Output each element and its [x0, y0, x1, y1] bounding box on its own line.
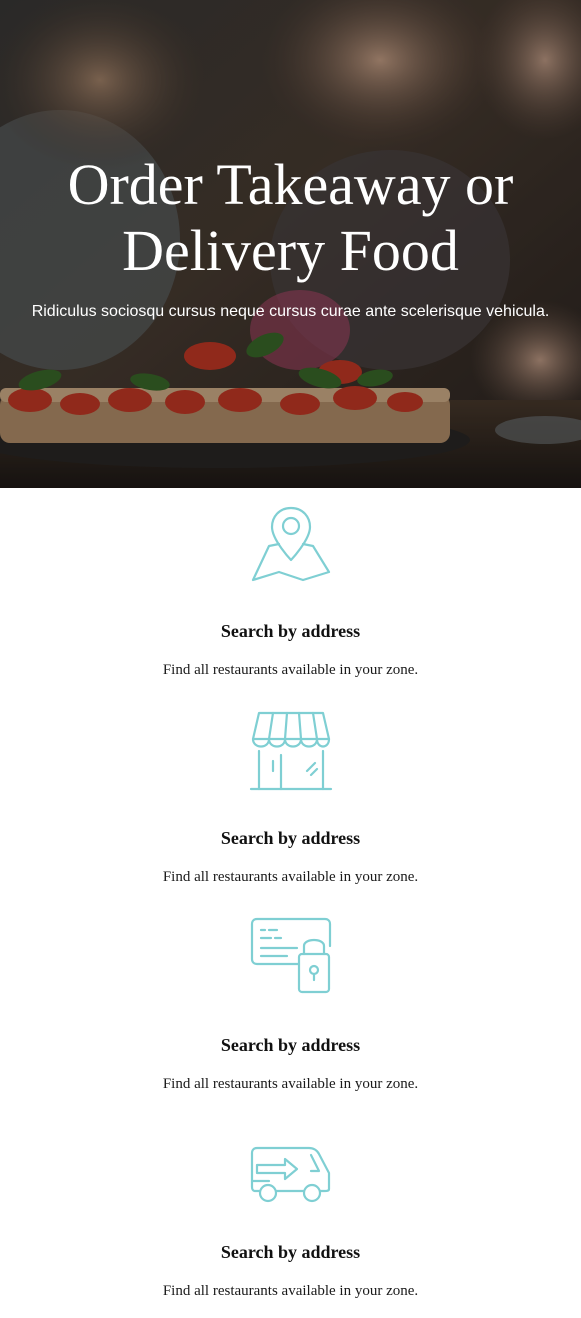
hero-title: Order Takeaway or Delivery Food — [0, 152, 581, 284]
feature-title: Search by address — [220, 621, 361, 641]
feature-item: Search by address Find all restaurants a… — [0, 1123, 581, 1299]
hero-title-line2: Delivery Food — [122, 218, 459, 283]
hero-subtitle: Ridiculus sociosqu cursus neque cursus c… — [31, 303, 550, 320]
feature-description: Find all restaurants available in your z… — [162, 1076, 419, 1092]
feature-title: Search by address — [220, 1242, 361, 1262]
storefront-icon — [249, 711, 332, 791]
feature-description: Find all restaurants available in your z… — [162, 869, 419, 885]
map-pin-icon — [251, 506, 330, 582]
secure-card-icon — [250, 917, 331, 994]
delivery-van-icon — [250, 1146, 330, 1203]
feature-item: Search by address Find all restaurants a… — [0, 916, 581, 1092]
feature-description: Find all restaurants available in your z… — [162, 662, 419, 678]
feature-title: Search by address — [220, 828, 361, 848]
hero-title-line1: Order Takeaway or — [67, 152, 514, 217]
feature-description: Find all restaurants available in your z… — [162, 1283, 419, 1299]
feature-item: Search by address Find all restaurants a… — [0, 709, 581, 885]
feature-item: Search by address Find all restaurants a… — [0, 502, 581, 678]
feature-title: Search by address — [220, 1035, 361, 1055]
hero-banner: Order Takeaway or Delivery Food Ridiculu… — [0, 0, 581, 488]
